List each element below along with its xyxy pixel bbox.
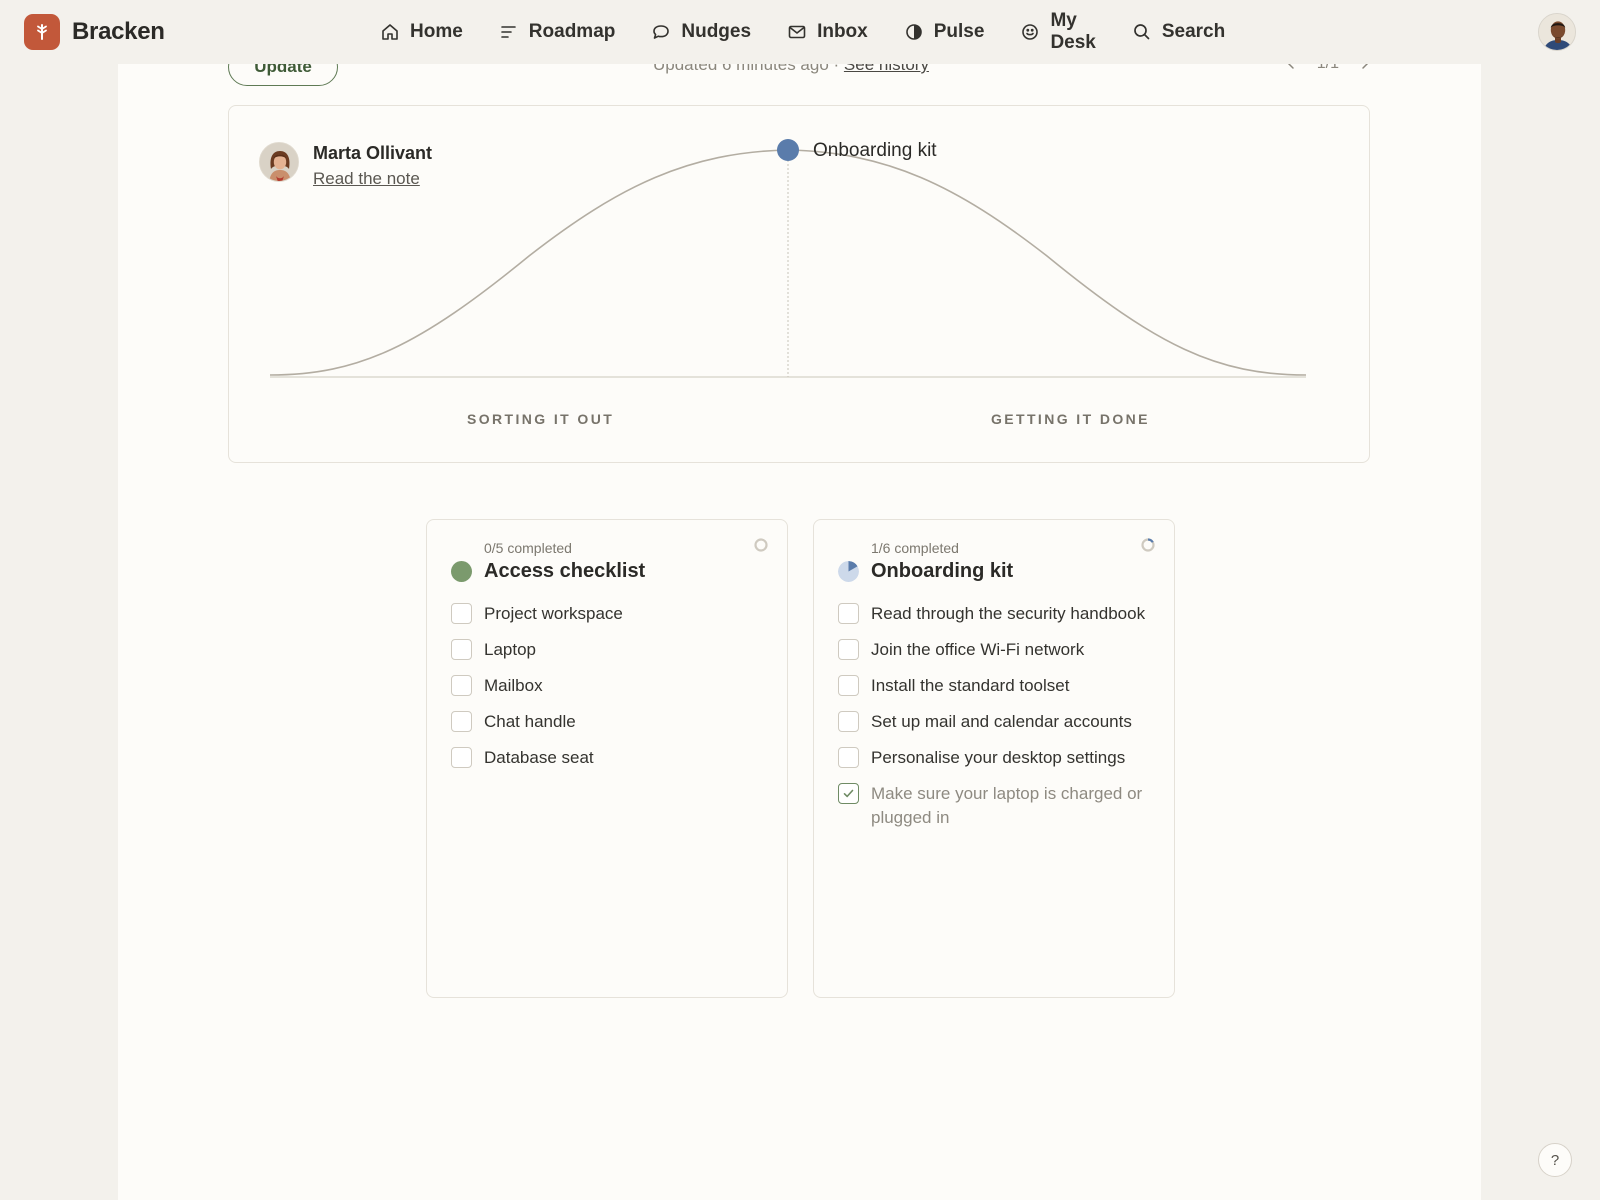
nav-inbox[interactable]: Inbox: [787, 21, 868, 43]
checkbox[interactable]: [451, 711, 472, 732]
hill-phase-left: SORTING IT OUT: [467, 411, 615, 427]
todo-item[interactable]: Chat handle: [451, 710, 767, 734]
nav-roadmap[interactable]: Roadmap: [499, 21, 616, 43]
nav-pulse-label: Pulse: [933, 21, 985, 42]
todo-text: Set up mail and calendar accounts: [871, 712, 1132, 731]
help-button[interactable]: ?: [1538, 1143, 1572, 1177]
hill-point-label[interactable]: Onboarding kit: [813, 140, 937, 162]
checkbox[interactable]: [838, 603, 859, 624]
author-name: Marta Ollivant: [313, 143, 433, 163]
checkbox-checked[interactable]: [838, 783, 859, 804]
nav-inbox-label: Inbox: [817, 21, 868, 42]
todo-text: Laptop: [484, 640, 536, 659]
todo-item[interactable]: Install the standard toolset: [838, 674, 1154, 698]
checkbox[interactable]: [838, 639, 859, 660]
todo-item[interactable]: Project workspace: [451, 602, 767, 626]
list-title[interactable]: Access checklist: [484, 560, 645, 583]
pie-progress-icon: [838, 561, 859, 582]
nav-home[interactable]: Home: [380, 21, 463, 43]
hill-phase-right: GETTING IT DONE: [991, 411, 1150, 427]
progress-ring-icon[interactable]: [753, 537, 769, 553]
todo-item-completed[interactable]: Make sure your laptop is charged or plug…: [838, 782, 1154, 830]
smiley-icon: [1022, 24, 1039, 40]
list-card-onboarding-kit: 1/6 completed Onboarding kit Read throug…: [813, 519, 1175, 998]
user-avatar[interactable]: [1538, 13, 1576, 51]
todo-text: Install the standard toolset: [871, 676, 1070, 695]
lines-icon: [500, 26, 516, 38]
list-progress: 0/5 completed: [484, 540, 572, 556]
home-icon: [382, 24, 398, 40]
top-navigation-bar: Bracken Home Roadmap Nudges Inbox Pulse …: [0, 0, 1600, 64]
todo-item[interactable]: Mailbox: [451, 674, 767, 698]
checkbox[interactable]: [451, 639, 472, 660]
magnifier-icon: [1134, 24, 1150, 40]
list-card-access-checklist: 0/5 completed Access checklist Project w…: [426, 519, 788, 998]
nav-home-label: Home: [410, 21, 463, 42]
nav-search[interactable]: Search: [1132, 21, 1225, 43]
checkbox[interactable]: [451, 747, 472, 768]
todo-item[interactable]: Join the office Wi-Fi network: [838, 638, 1154, 662]
todo-item[interactable]: Laptop: [451, 638, 767, 662]
todo-items: Read through the security handbook Join …: [838, 602, 1154, 842]
list-color-dot: [451, 561, 472, 582]
nav-roadmap-label: Roadmap: [528, 21, 616, 42]
todo-text: Join the office Wi-Fi network: [871, 640, 1085, 659]
read-note-link[interactable]: Read the note: [313, 169, 432, 189]
half-circle-icon: [905, 24, 922, 40]
nav-nudges-label: Nudges: [681, 21, 752, 42]
checkbox[interactable]: [838, 711, 859, 732]
nav-nudges[interactable]: Nudges: [651, 21, 751, 43]
todo-items: Project workspace Laptop Mailbox Chat ha…: [451, 602, 767, 782]
todo-text: Chat handle: [484, 712, 576, 731]
nav-my-desk[interactable]: My Desk: [1020, 10, 1096, 54]
checkbox[interactable]: [451, 603, 472, 624]
todo-text: Make sure your laptop is charged or plug…: [871, 784, 1143, 827]
progress-ring-icon[interactable]: [1140, 537, 1156, 553]
brand[interactable]: Bracken: [24, 14, 165, 50]
nav-my-desk-label: My Desk: [1050, 10, 1095, 54]
envelope-icon: [788, 25, 806, 39]
todo-text: Project workspace: [484, 604, 623, 623]
checkmark-icon: [843, 789, 854, 798]
main-nav: Home Roadmap Nudges Inbox Pulse My Desk S…: [380, 0, 1261, 64]
todo-text: Read through the security handbook: [871, 604, 1146, 623]
hill-chart-card: Marta Ollivant Read the note Onboarding …: [228, 105, 1370, 463]
todo-item[interactable]: Database seat: [451, 746, 767, 770]
todo-text: Database seat: [484, 748, 594, 767]
checkbox[interactable]: [838, 675, 859, 696]
nav-my-desk-line1: My: [1050, 10, 1077, 31]
brand-name: Bracken: [72, 18, 165, 45]
hill-point: [777, 139, 799, 161]
list-header: 0/5 completed Access checklist: [451, 540, 645, 583]
speech-bubble-icon: [653, 25, 670, 39]
nav-my-desk-line2: Desk: [1050, 32, 1096, 53]
nav-pulse[interactable]: Pulse: [904, 21, 985, 43]
nav-search-label: Search: [1161, 21, 1226, 42]
todo-item[interactable]: Read through the security handbook: [838, 602, 1154, 626]
todo-text: Personalise your desktop settings: [871, 748, 1126, 767]
list-header: 1/6 completed Onboarding kit: [838, 540, 1013, 583]
hill-author: Marta Ollivant Read the note: [259, 142, 432, 189]
checkbox[interactable]: [451, 675, 472, 696]
todo-text: Mailbox: [484, 676, 543, 695]
main-sheet: Update Updated 6 minutes ago · See histo…: [118, 48, 1481, 1200]
list-progress: 1/6 completed: [871, 540, 959, 556]
todo-item[interactable]: Personalise your desktop settings: [838, 746, 1154, 770]
list-title[interactable]: Onboarding kit: [871, 560, 1013, 583]
checkbox[interactable]: [838, 747, 859, 768]
todo-item[interactable]: Set up mail and calendar accounts: [838, 710, 1154, 734]
fern-icon: [24, 14, 60, 50]
author-avatar[interactable]: [259, 142, 299, 182]
